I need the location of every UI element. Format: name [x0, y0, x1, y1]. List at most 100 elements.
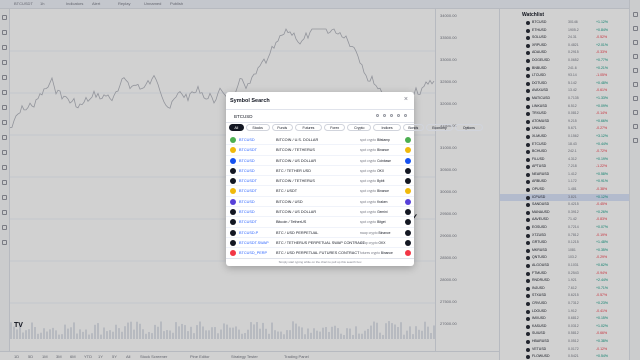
- close-icon[interactable]: ×: [404, 96, 408, 103]
- search-result-row[interactable]: BTCUSDT BITCOIN / TETHERUS spot crypto Bin…: [226, 145, 414, 156]
- result-description: BTC / USDT: [276, 189, 298, 194]
- filter-chip[interactable]: Options: [455, 124, 483, 131]
- result-description: Bitcoin / TetherUS: [276, 220, 307, 225]
- crypto-logo-icon: [230, 250, 236, 257]
- search-result-row[interactable]: BTCUSD BTC / TETHER USD spot crypto OKX: [226, 166, 414, 177]
- symbol-search-dialog: Symbol Search × AllStocksFundsFuturesFor…: [226, 92, 483, 266]
- result-description: BTC / TETHERUS PERPETUAL SWAP CONTRACT: [276, 240, 365, 245]
- clear-icon[interactable]: [376, 114, 379, 117]
- result-type-exchange: spot crypto Kraken: [360, 200, 388, 204]
- exchange-logo-icon: [405, 250, 411, 257]
- result-exchange: Gemini: [377, 210, 388, 215]
- result-description: BITCOIN / USD: [276, 199, 303, 204]
- crypto-logo-icon: [230, 178, 236, 185]
- result-type-exchange: swap crypto OKX: [360, 241, 385, 245]
- result-type: spot crypto: [360, 138, 377, 142]
- crypto-logo-icon: [230, 209, 236, 216]
- filter-chip[interactable]: Crypto: [347, 124, 372, 131]
- result-type-exchange: spot crypto Bitstamp: [360, 138, 390, 142]
- result-type: spot crypto: [360, 148, 377, 153]
- result-exchange: Binance: [380, 251, 393, 256]
- filter-chip[interactable]: All: [229, 124, 244, 131]
- result-type: swap crypto: [360, 240, 378, 245]
- crypto-logo-icon: [230, 188, 236, 195]
- crypto-logo-icon: [230, 198, 236, 205]
- search-result-row[interactable]: BTCUSDT Bitcoin / TetherUS spot crypto Bit…: [226, 217, 414, 228]
- result-exchange: Binance: [377, 148, 389, 153]
- result-symbol: BTCUSD: [239, 158, 255, 163]
- settings-icon[interactable]: [397, 114, 400, 117]
- result-type: swap crypto: [360, 230, 378, 235]
- search-results-list: BTCUSD BITCOIN / U.S. DOLLAR spot crypto B…: [226, 135, 414, 259]
- result-exchange: Bitstamp: [377, 138, 390, 142]
- crypto-logo-icon: [230, 239, 236, 246]
- search-result-row[interactable]: BTCUSD BITCOIN / USD spot crypto Kraken: [226, 197, 414, 208]
- search-result-row[interactable]: BTCUSD BITCOIN / US DOLLAR spot crypto Gem…: [226, 207, 414, 218]
- filter-chip[interactable]: Forex: [324, 124, 346, 131]
- result-description: BTC / TETHER USD: [276, 168, 311, 173]
- crypto-logo-icon: [230, 167, 236, 174]
- crypto-logo-icon: [230, 157, 236, 164]
- crypto-logo-icon: [230, 219, 236, 226]
- filter-chip[interactable]: Funds: [271, 124, 293, 131]
- result-description: BITCOIN / U.S. DOLLAR: [276, 138, 319, 142]
- result-description: BITCOIN / US DOLLAR: [276, 210, 317, 215]
- result-symbol: BTCUSD: [239, 199, 255, 204]
- exchange-logo-icon: [405, 209, 411, 216]
- filter-chip[interactable]: Stocks: [245, 124, 270, 131]
- result-type: spot crypto: [360, 179, 377, 184]
- keyboard-icon[interactable]: [383, 114, 386, 117]
- result-type: spot crypto: [360, 220, 377, 225]
- exchange-logo-icon: [405, 239, 411, 246]
- result-type: spot crypto: [360, 168, 377, 173]
- search-result-row[interactable]: BTCUSD BITCOIN / US DOLLAR spot crypto Coi…: [226, 156, 414, 166]
- result-type-exchange: spot crypto Bybit: [360, 179, 384, 183]
- search-result-row[interactable]: BTCUSD BITCOIN / U.S. DOLLAR spot crypto B…: [226, 135, 414, 146]
- result-exchange: Coinbase: [377, 158, 391, 163]
- result-type-exchange: spot crypto Binance: [360, 148, 389, 152]
- result-symbol: BTCUSDT: [239, 189, 257, 194]
- filter-chip[interactable]: Futures: [294, 124, 323, 131]
- search-icon[interactable]: [404, 114, 407, 117]
- result-type: futures crypto: [360, 251, 380, 256]
- exchange-logo-icon: [405, 147, 411, 154]
- crypto-logo-icon: [230, 229, 236, 236]
- result-exchange: OKX: [377, 168, 385, 173]
- result-exchange: Binance: [378, 230, 391, 235]
- result-type-exchange: spot crypto Coinbase: [360, 159, 391, 163]
- compare-icon[interactable]: [390, 114, 393, 117]
- result-symbol: BTCUSDT: [239, 179, 257, 184]
- result-description: BTC / USD PERPETUAL: [276, 230, 319, 235]
- filter-chips: All Stocks Funds Futures Forex Crypto Indices B…: [229, 124, 483, 133]
- search-result-row[interactable]: BTCUSDT.SWAP BTC / TETHERUS PERPETUAL SWA…: [226, 238, 414, 249]
- result-type-exchange: spot crypto Bitget: [360, 220, 386, 224]
- filter-chip[interactable]: Indices: [373, 124, 401, 131]
- exchange-logo-icon: [405, 178, 411, 185]
- exchange-logo-icon: [405, 219, 411, 226]
- filter-chip[interactable]: Bonds: [402, 124, 424, 131]
- search-result-row[interactable]: BTCUSDT BTC / USDT spot crypto Binance: [226, 186, 414, 197]
- dialog-title: Symbol Search: [230, 98, 270, 104]
- result-type-exchange: spot crypto Gemini: [360, 210, 388, 214]
- symbol-search-input[interactable]: [234, 112, 354, 121]
- result-description: BITCOIN / US DOLLAR: [276, 158, 317, 163]
- result-exchange: Binance: [377, 189, 389, 194]
- result-exchange: Bybit: [377, 179, 385, 184]
- result-type-exchange: spot crypto Binance: [360, 189, 389, 193]
- result-symbol: BTCUSD: [239, 138, 255, 142]
- result-exchange: Bitget: [377, 220, 386, 225]
- result-symbol: BTCUSDT.SWAP: [239, 240, 269, 245]
- result-description: BTC / USD PERPETUAL FUTURES CONTRACT: [276, 251, 360, 256]
- exchange-logo-icon: [405, 198, 411, 205]
- exchange-logo-icon: [405, 229, 411, 236]
- search-bar: [226, 109, 414, 123]
- crypto-logo-icon: [230, 137, 236, 143]
- result-type-exchange: spot crypto OKX: [360, 169, 384, 173]
- result-symbol: BTCUSDT: [239, 220, 257, 225]
- search-result-row[interactable]: BTCUSDT BITCOIN / TETHERUS spot crypto Byb…: [226, 176, 414, 187]
- dialog-footer-hint: Simply start typing while on the chart t…: [226, 258, 414, 266]
- search-result-row[interactable]: BTCUSD.P BTC / USD PERPETUAL swap crypto B…: [226, 228, 414, 238]
- result-type: spot crypto: [360, 210, 377, 215]
- result-description: BITCOIN / TETHERUS: [276, 179, 315, 184]
- filter-chip[interactable]: Economy: [425, 124, 454, 131]
